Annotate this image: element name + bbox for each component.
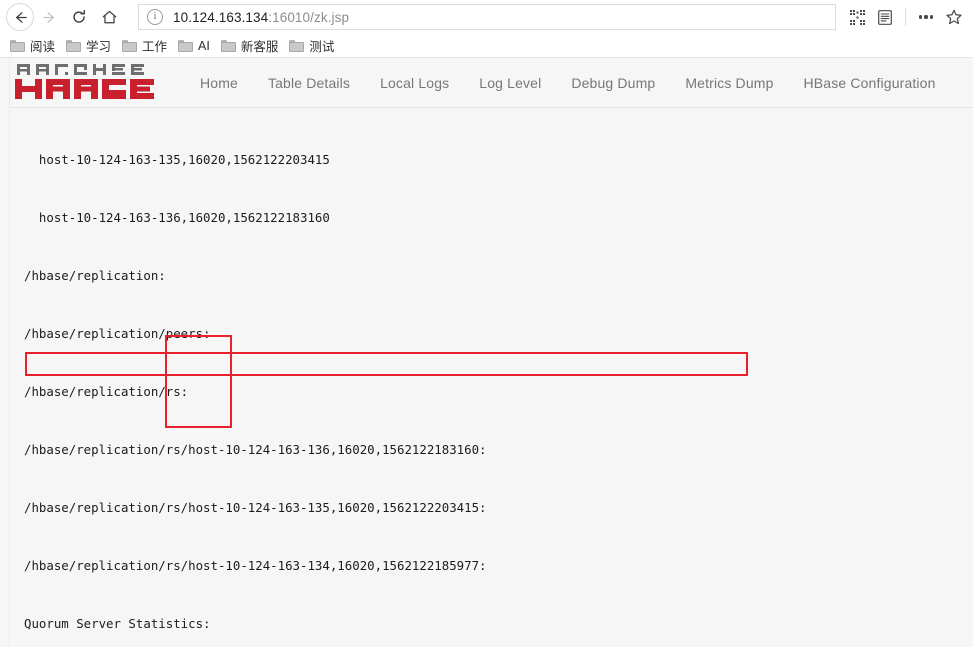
hbase-navbar: Home Table Details Local Logs Log Level … (10, 58, 973, 108)
bookmark-label: AI (198, 38, 210, 53)
bookmark-item[interactable]: 新客服 (217, 34, 286, 57)
zk-dump-line: /hbase/replication/peers: (24, 325, 211, 341)
zk-dump-line: /hbase/replication/rs/host-10-124-163-13… (24, 557, 487, 573)
bookmark-label: 新客服 (240, 40, 279, 54)
nav-link-hbase-configuration[interactable]: HBase Configuration (789, 75, 951, 91)
zookeeper-dump: host-10-124-163-135,16020,1562122203415 … (10, 108, 973, 647)
folder-icon (289, 39, 305, 52)
more-options-icon[interactable] (913, 3, 939, 31)
info-icon[interactable]: i (147, 9, 163, 25)
zk-dump-line: host-10-124-163-136,16020,1562122183160 (24, 209, 330, 225)
hbase-logo[interactable] (13, 60, 161, 105)
folder-icon (122, 39, 138, 52)
home-button[interactable] (94, 2, 124, 32)
nav-link-metrics-dump[interactable]: Metrics Dump (670, 75, 788, 91)
toolbar-divider (905, 8, 906, 26)
address-bar-text: 10.124.163.134:16010/zk.jsp (173, 10, 349, 25)
folder-icon (66, 39, 82, 52)
bookmark-star-icon[interactable] (941, 3, 967, 31)
folder-icon (10, 39, 25, 52)
bookmark-label: 工作 (142, 40, 168, 54)
zk-dump-line: /hbase/replication/rs/host-10-124-163-13… (24, 441, 487, 457)
reload-button[interactable] (64, 2, 94, 32)
bookmark-item[interactable]: 工作 (118, 34, 174, 57)
nav-link-home[interactable]: Home (185, 75, 253, 91)
bookmark-item[interactable]: 阅读 (6, 34, 62, 57)
bookmark-label: 测试 (309, 40, 335, 54)
zk-dump-line: /hbase/replication/rs/host-10-124-163-13… (24, 499, 487, 515)
bookmark-item[interactable]: 测试 (285, 34, 341, 57)
nav-link-local-logs[interactable]: Local Logs (365, 75, 464, 91)
url-host: 10.124.163.134 (173, 9, 269, 25)
bookmark-item[interactable]: 学习 (62, 34, 118, 57)
zk-dump-line: host-10-124-163-135,16020,1562122203415 (24, 151, 330, 167)
nav-link-table-details[interactable]: Table Details (253, 75, 365, 91)
bookmark-label: 阅读 (30, 40, 56, 54)
folder-icon (178, 39, 194, 52)
nav-link-debug-dump[interactable]: Debug Dump (556, 75, 670, 91)
browser-toolbar: i 10.124.163.134:16010/zk.jsp (0, 0, 973, 34)
qr-code-icon[interactable] (844, 3, 870, 31)
page-viewport: Home Table Details Local Logs Log Level … (0, 58, 973, 647)
zk-dump-line: /hbase/replication/rs: (24, 383, 189, 399)
bookmark-item[interactable]: AI (174, 37, 217, 55)
toolbar-right-actions (844, 3, 967, 31)
page-content: Home Table Details Local Logs Log Level … (9, 58, 973, 647)
url-path: :16010/zk.jsp (268, 9, 350, 25)
address-bar[interactable]: i 10.124.163.134:16010/zk.jsp (138, 4, 836, 30)
folder-icon (220, 39, 236, 52)
hbase-nav-links: Home Table Details Local Logs Log Level … (185, 75, 951, 91)
zk-dump-line: Quorum Server Statistics: (24, 615, 211, 631)
reader-view-icon[interactable] (872, 3, 898, 31)
back-button[interactable] (6, 3, 34, 31)
nav-link-log-level[interactable]: Log Level (464, 75, 556, 91)
bookmark-label: 学习 (86, 40, 112, 54)
forward-button[interactable] (34, 2, 64, 32)
zk-dump-line: /hbase/replication: (24, 267, 166, 283)
bookmarks-bar: 阅读 学习 工作 AI 新客服 测试 (0, 34, 973, 58)
